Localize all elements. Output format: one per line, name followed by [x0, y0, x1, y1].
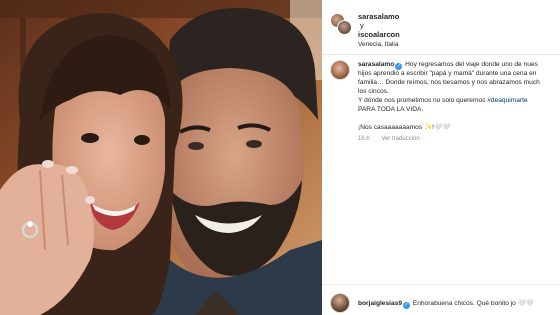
selfie-illustration [0, 0, 322, 315]
caption-line: los cincos. [358, 87, 389, 95]
caption-line: hijos aprendió a escribir "papá y mamá" … [358, 70, 537, 77]
caption-body: sarasalamo ✓ Hoy regresamos del viaje don… [358, 61, 560, 144]
caption-line: Y dónde nos prometimos no solo queremos [358, 96, 488, 104]
comment-text: Enhorabuena chicos. Qué bonito jo 🤍🤍 [412, 300, 535, 307]
comment-username[interactable]: borjaiglesias9 [358, 300, 402, 307]
header-text: sarasalamo y iscoalarcon Venecia, Italia [358, 12, 400, 49]
caption-line: familia… Donde reímos, nos besamos y nos… [358, 78, 540, 86]
post-side-panel: sarasalamo y iscoalarcon Venecia, Italia… [322, 0, 560, 315]
avatar[interactable] [337, 20, 352, 35]
see-translation-link[interactable]: Ver traducción [381, 136, 419, 142]
hashtag-link[interactable]: #deaquimarte [487, 97, 527, 104]
collab-avatars[interactable] [330, 13, 352, 35]
caption-line: PARA TODA LA VIDA. [358, 105, 424, 113]
caption-line: ¡Nos casaaaaaaamos ✨!🤍🤍 [358, 123, 451, 131]
verified-badge-icon: ✓ [402, 302, 410, 309]
caption-line: Hoy regresamos del viaje donde uno de nu… [405, 61, 538, 68]
post-location[interactable]: Venecia, Italia [358, 40, 400, 49]
post-photo[interactable] [0, 0, 322, 315]
verified-badge-icon: ✓ [395, 63, 403, 70]
comments-divider [322, 284, 560, 285]
comment-body: borjaiglesias9 ✓ Enhorabuena chicos. Qué … [358, 299, 534, 309]
avatar[interactable] [330, 293, 350, 313]
post-header: sarasalamo y iscoalarcon Venecia, Italia [330, 8, 560, 54]
header-separator: y [360, 21, 364, 30]
header-divider [322, 54, 560, 55]
avatar[interactable] [330, 60, 350, 80]
header-username-2[interactable]: iscoalarcon [358, 30, 400, 39]
post-timestamp[interactable]: 16 h [358, 136, 370, 142]
header-username-1[interactable]: sarasalamo [358, 12, 400, 21]
caption-meta: 16 h Ver traducción [358, 135, 560, 144]
caption-username[interactable]: sarasalamo [358, 61, 394, 68]
